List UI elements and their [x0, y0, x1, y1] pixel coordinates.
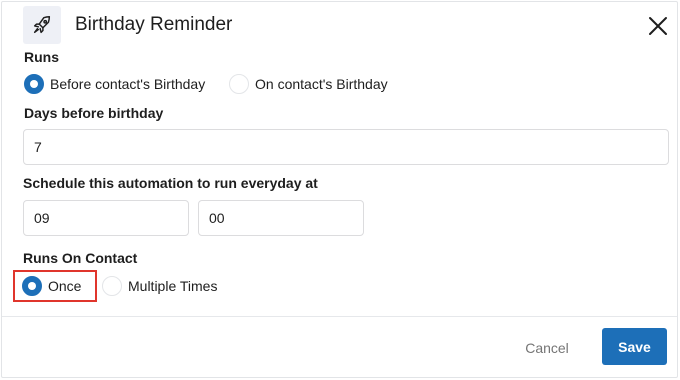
radio-label: Once [48, 278, 82, 294]
radio-button-unselected[interactable] [229, 74, 249, 94]
footer-divider [2, 316, 677, 317]
days-before-label: Days before birthday [24, 105, 164, 121]
close-icon [649, 17, 667, 35]
rocket-icon [33, 16, 51, 34]
hour-input[interactable] [23, 200, 189, 236]
schedule-label: Schedule this automation to run everyday… [23, 175, 318, 191]
minute-input[interactable] [198, 200, 364, 236]
days-before-input[interactable] [23, 129, 669, 165]
radio-button-unselected[interactable] [102, 276, 122, 296]
close-button[interactable] [645, 13, 671, 39]
radio-label: Multiple Times [128, 278, 218, 294]
radio-button-selected[interactable] [22, 276, 42, 296]
radio-label: On contact's Birthday [255, 76, 388, 92]
radio-label: Before contact's Birthday [50, 76, 206, 92]
radio-button-selected[interactable] [24, 74, 44, 94]
automation-modal: Birthday Reminder Runs Before contact's … [1, 1, 678, 378]
cancel-button[interactable]: Cancel [512, 336, 582, 360]
radio-once[interactable]: Once [22, 276, 81, 296]
modal-title: Birthday Reminder [75, 14, 233, 35]
runs-on-contact-label: Runs On Contact [23, 250, 138, 266]
radio-on-birthday[interactable]: On contact's Birthday [229, 74, 388, 94]
runs-label: Runs [24, 49, 59, 65]
automation-icon-box [23, 6, 61, 44]
radio-before-birthday[interactable]: Before contact's Birthday [24, 74, 205, 94]
save-button[interactable]: Save [602, 328, 667, 365]
radio-multiple-times[interactable]: Multiple Times [102, 276, 217, 296]
